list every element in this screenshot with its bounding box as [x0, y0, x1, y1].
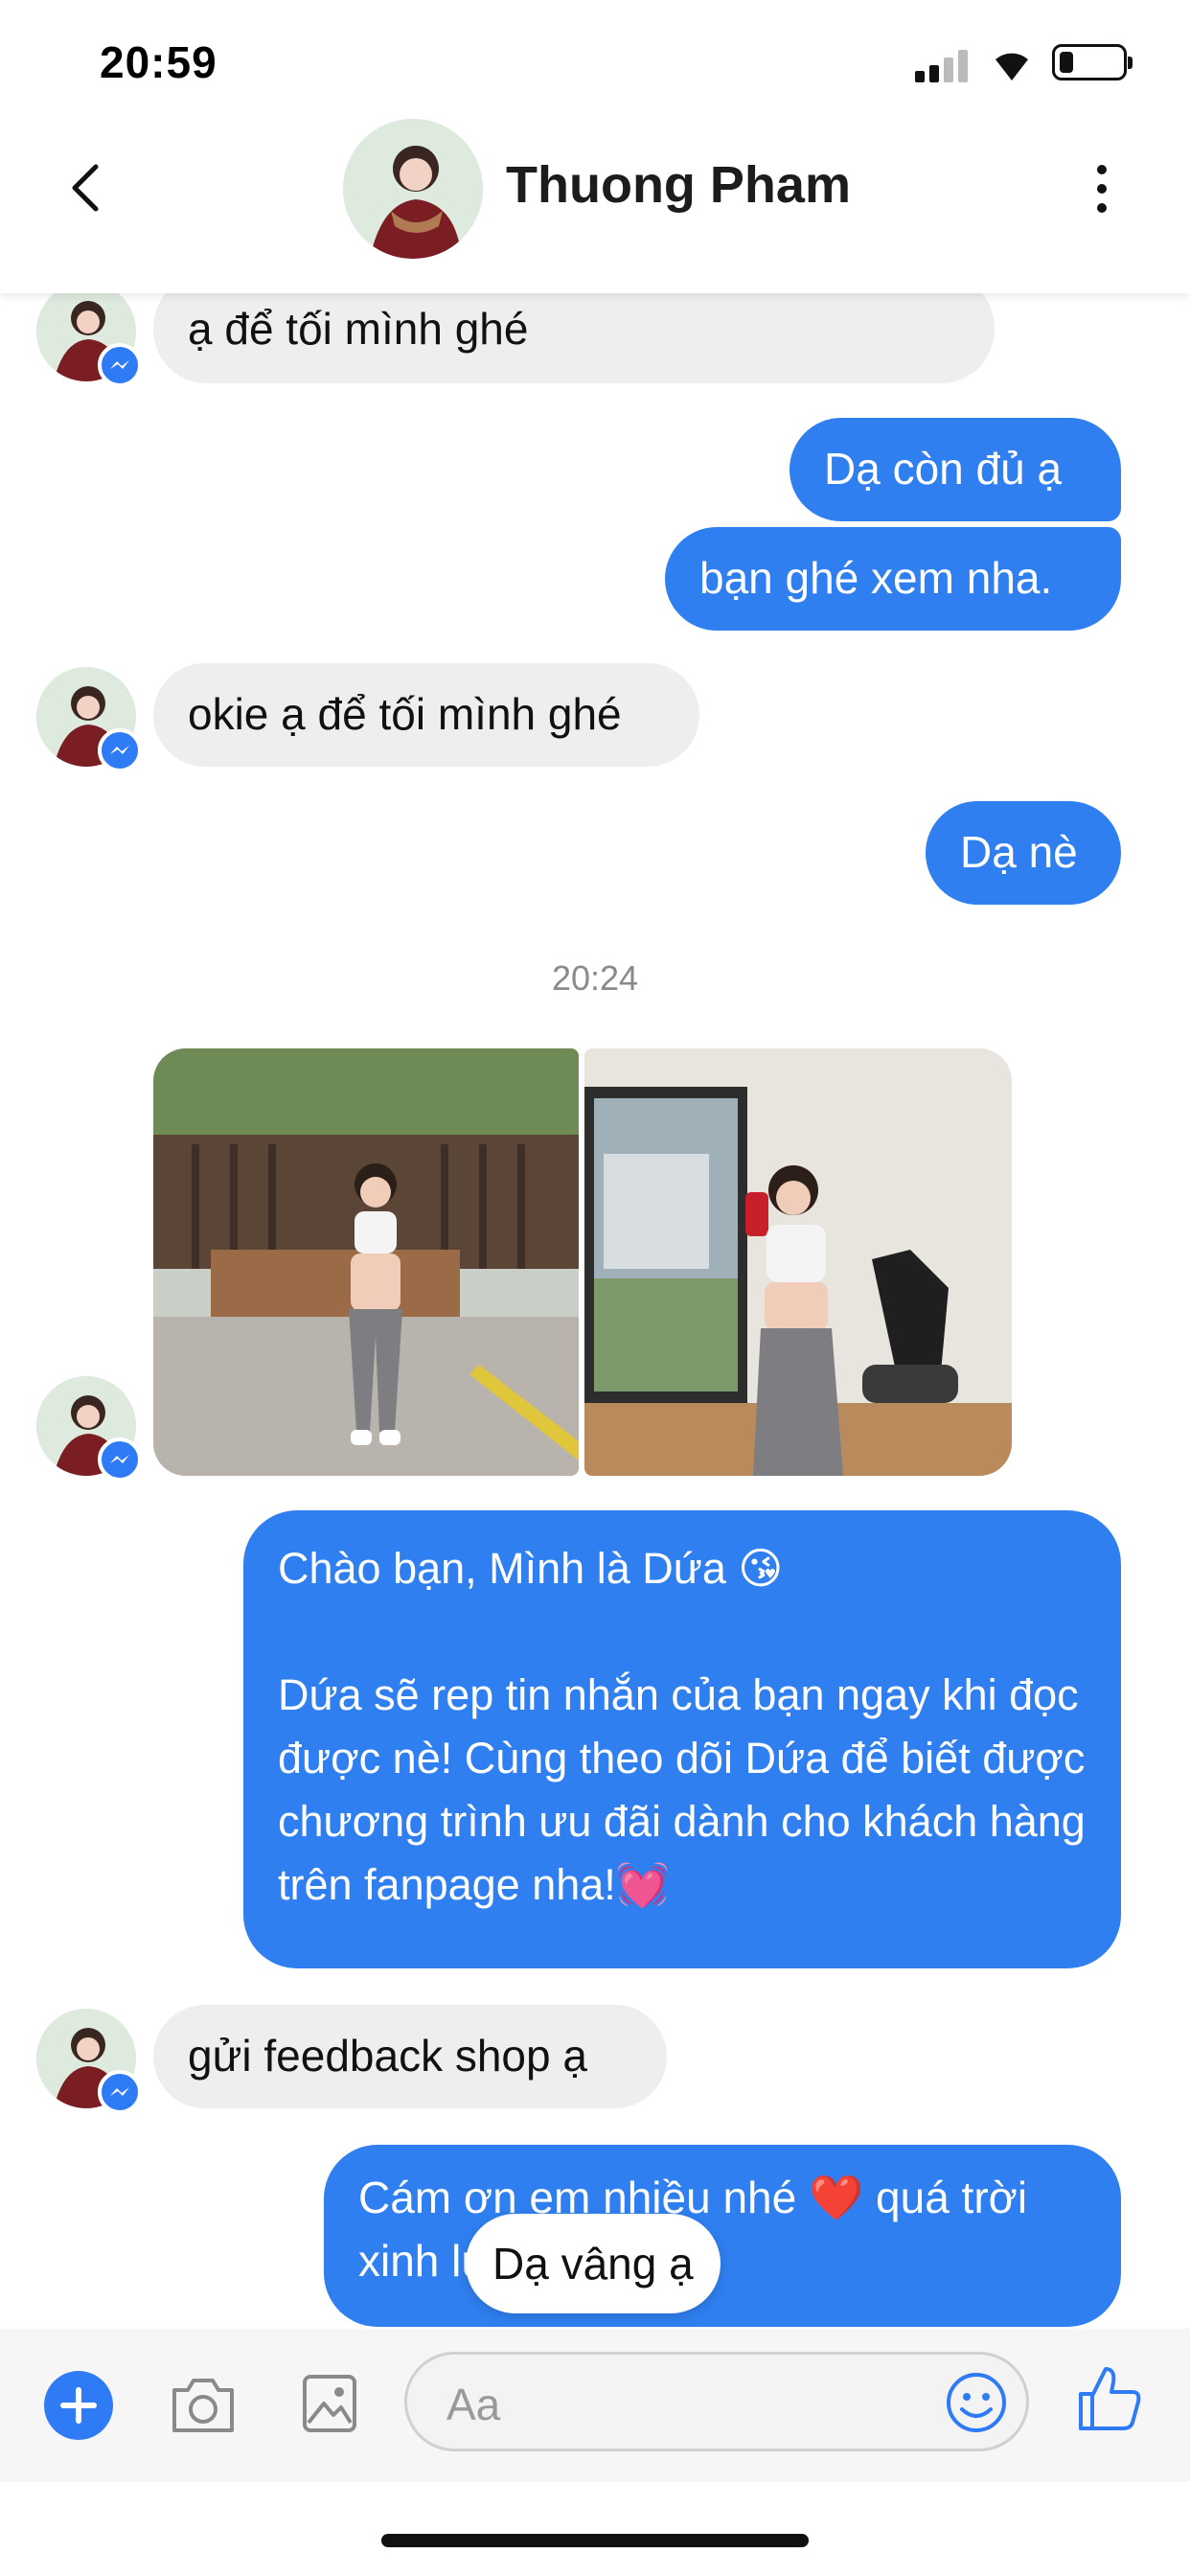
gallery-icon[interactable] [301, 2371, 358, 2434]
messenger-badge-icon [98, 728, 142, 772]
status-time: 20:59 [100, 37, 217, 87]
battery-icon [1052, 44, 1133, 80]
home-indicator [381, 2534, 809, 2547]
messenger-badge-icon [98, 2070, 142, 2114]
back-icon[interactable] [67, 161, 105, 215]
message-line: Chào bạn, Mình là Dứa 😘 [278, 1544, 784, 1593]
plus-icon[interactable] [44, 2371, 113, 2440]
message-outgoing: Chào bạn, Mình là Dứa 😘 Dứa sẽ rep tin n… [243, 1510, 1121, 1968]
quick-reply-chip[interactable]: Dạ vâng ạ [466, 2214, 721, 2313]
wifi-icon [995, 53, 1028, 80]
camera-icon[interactable] [169, 2375, 238, 2436]
photo-attachment[interactable] [153, 1048, 579, 1476]
emoji-icon[interactable] [945, 2371, 1008, 2434]
timestamp: 20:24 [551, 958, 639, 998]
messenger-badge-icon [98, 1438, 142, 1482]
signal-icon [915, 50, 969, 82]
contact-name[interactable]: Thuong Pham [506, 155, 851, 215]
message-incoming: gửi feedback shop ạ [153, 2005, 667, 2108]
photo-attachment[interactable] [584, 1048, 1012, 1476]
messenger-badge-icon [98, 343, 142, 387]
message-outgoing: bạn ghé xem nha. [665, 527, 1121, 631]
message-outgoing: Dạ còn đủ ạ [790, 418, 1121, 521]
message-outgoing: Cám ơn em nhiều nhé ❤️ quá trời xinh luô… [324, 2145, 1121, 2327]
message-incoming: okie ạ để tối mình ghé [153, 663, 699, 767]
like-icon[interactable] [1077, 2363, 1142, 2432]
more-icon[interactable] [1092, 165, 1111, 215]
message-outgoing: Dạ nè [926, 801, 1121, 905]
contact-avatar[interactable] [343, 119, 483, 259]
message-line: Dứa sẽ rep tin nhắn của bạn ngay khi đọc… [278, 1670, 1086, 1909]
message-input-placeholder: Aa [446, 2380, 501, 2429]
